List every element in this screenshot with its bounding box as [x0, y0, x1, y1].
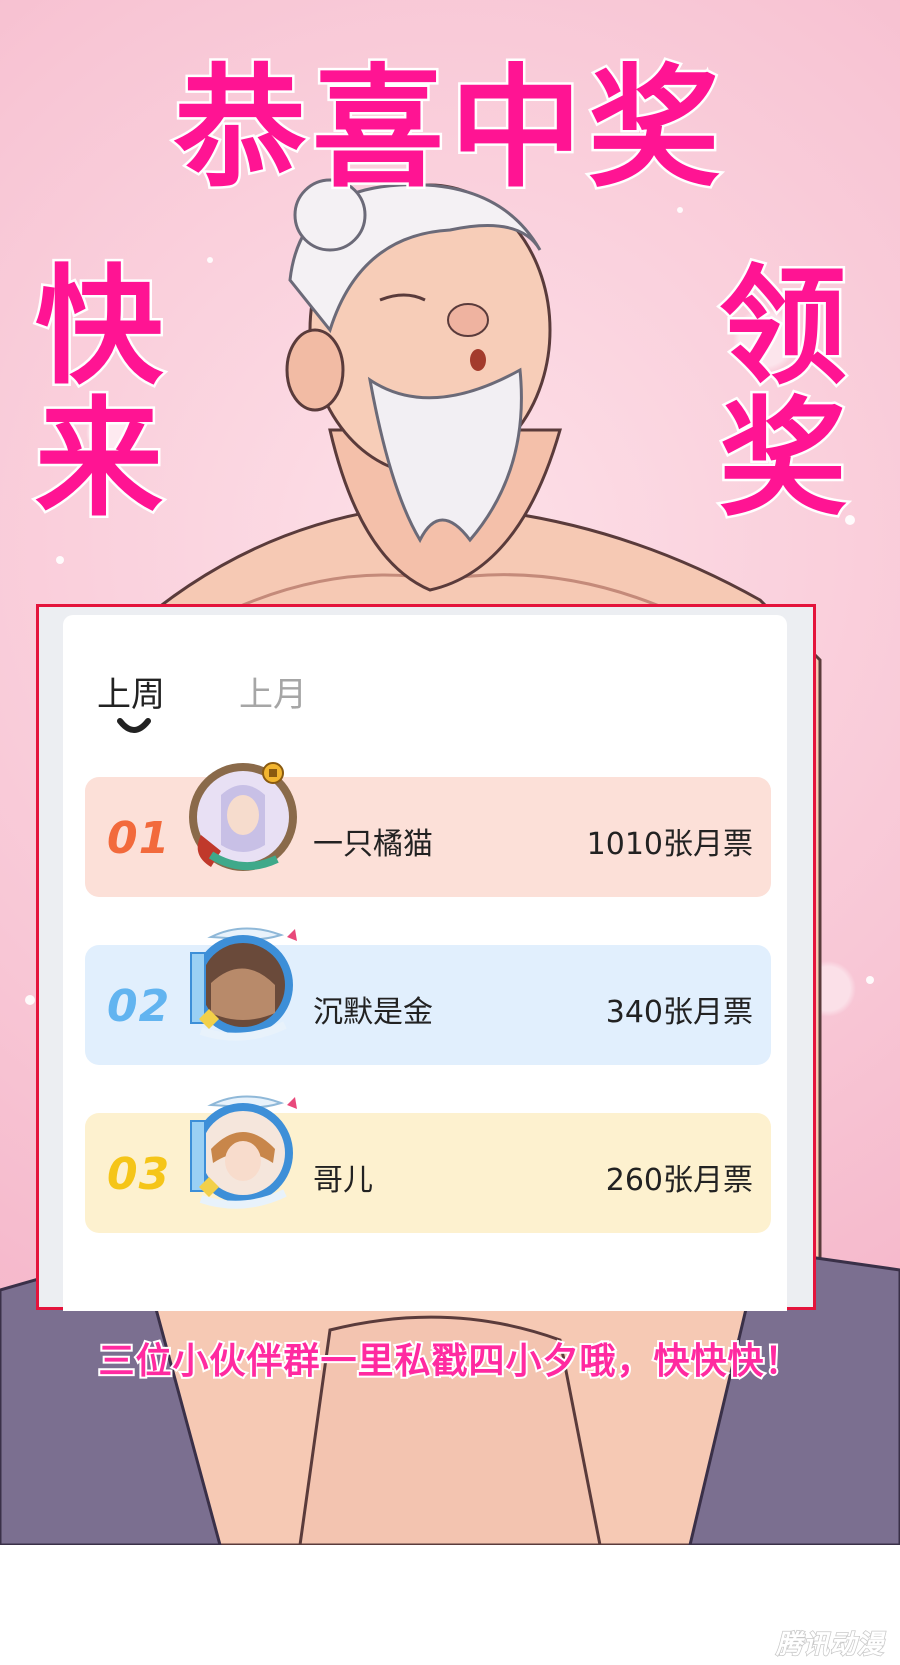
rank-number: 02 — [107, 981, 171, 1032]
avatar-frame-blue-wings-icon — [190, 927, 297, 1041]
tab-last-month[interactable]: 上月 — [239, 667, 307, 716]
headline-title: 恭喜中奖 — [172, 50, 726, 209]
side-text-right: 领奖 — [716, 253, 849, 534]
avatar-frame-blue-wings-icon — [190, 1095, 297, 1209]
announcement-caption: 三位小伙伴群一里私戳四小夕哦，快快快！ — [96, 1339, 802, 1384]
watermark-logo: 腾讯动漫 — [775, 1629, 884, 1661]
rank-number: 03 — [107, 1149, 171, 1200]
leaderboard-frame: 上周 上月 01 一只橘猫 1010张月票 02 沉默是金 340张月票 03 … — [36, 604, 816, 1311]
side-text-left: 快来 — [32, 253, 165, 534]
rank-number: 01 — [107, 813, 171, 864]
leaderboard-card: 上周 上月 01 一只橘猫 1010张月票 02 沉默是金 340张月票 03 … — [63, 615, 787, 1311]
ranking-row-1[interactable]: 01 一只橘猫 1010张月票 — [85, 762, 771, 897]
ranking-row-3[interactable]: 03 哥儿 260张月票 — [85, 1095, 771, 1233]
user-name: 沉默是金 — [313, 995, 433, 1030]
vote-count: 260张月票 — [605, 1163, 753, 1198]
tab-last-week[interactable]: 上周 — [97, 667, 165, 716]
avatar-frame-gold-icon — [189, 762, 297, 871]
user-name: 一只橘猫 — [313, 827, 433, 862]
period-tabs: 上周 上月 — [97, 667, 497, 737]
vote-count: 340张月票 — [605, 995, 753, 1030]
vote-count: 1010张月票 — [586, 827, 753, 862]
user-name: 哥儿 — [313, 1163, 373, 1198]
ranking-row-2[interactable]: 02 沉默是金 340张月票 — [85, 927, 771, 1065]
active-tab-indicator-icon — [117, 718, 151, 733]
